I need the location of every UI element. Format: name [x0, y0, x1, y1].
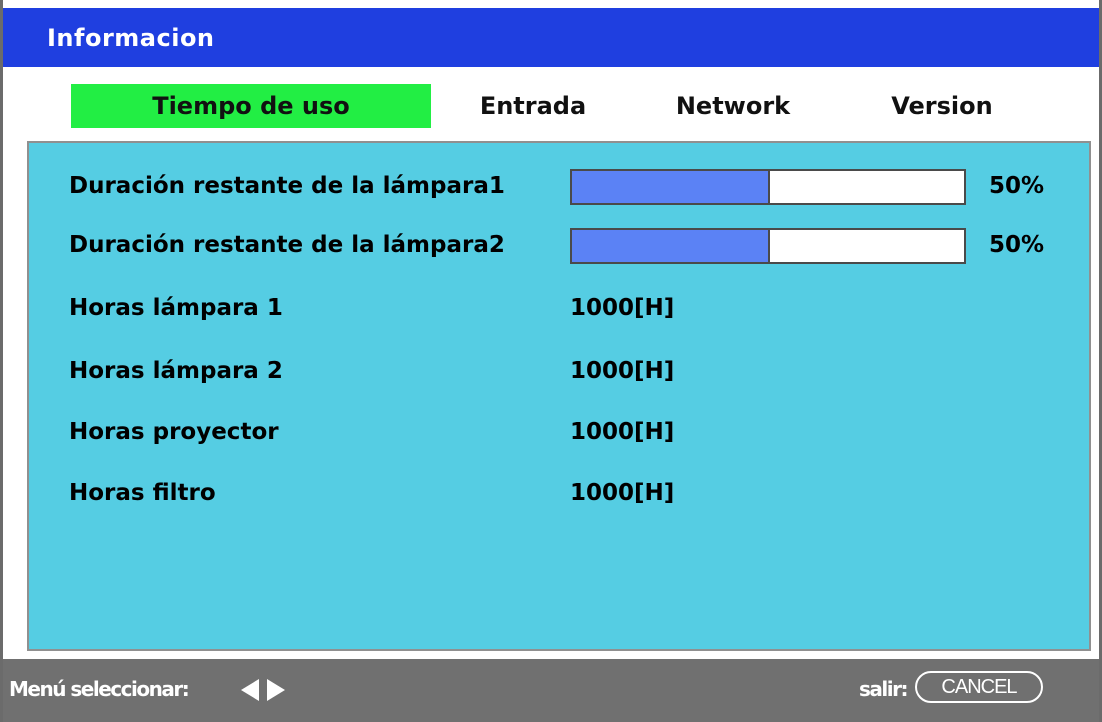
info-window: Informacion Tiempo de uso Entrada Networ… — [0, 0, 1102, 722]
tab-entrada[interactable]: Entrada — [455, 84, 611, 128]
title-bar: Informacion — [3, 8, 1099, 67]
cancel-button[interactable]: CANCEL — [915, 671, 1043, 703]
lamp2-hours-value: 1000[H] — [570, 358, 675, 384]
lamp2-remaining-label: Duración restante de la lámpara2 — [69, 232, 505, 258]
tab-network[interactable]: Network — [653, 84, 813, 128]
left-right-arrows-icon — [241, 679, 285, 701]
usage-panel: Duración restante de la lámpara1 50% Dur… — [27, 141, 1091, 651]
tab-version[interactable]: Version — [853, 84, 1031, 128]
lamp2-remaining-percent: 50% — [989, 232, 1045, 258]
projector-hours-label: Horas proyector — [69, 419, 279, 445]
footer-bar: Menú seleccionar: salir: CANCEL — [3, 659, 1099, 722]
lamp2-remaining-bar — [570, 228, 966, 264]
lamp1-remaining-label: Duración restante de la lámpara1 — [69, 173, 505, 199]
lamp1-remaining-bar — [570, 169, 966, 205]
tab-bar: Tiempo de uso Entrada Network Version — [3, 84, 1099, 130]
projector-hours-value: 1000[H] — [570, 419, 675, 445]
lamp2-hours-label: Horas lámpara 2 — [69, 358, 283, 384]
lamp1-hours-label: Horas lámpara 1 — [69, 295, 283, 321]
menu-select-hint: Menú seleccionar: — [9, 677, 190, 701]
lamp1-remaining-bar-fill — [572, 171, 770, 203]
exit-hint: salir: — [859, 677, 908, 701]
lamp2-remaining-bar-fill — [572, 230, 770, 262]
lamp1-hours-value: 1000[H] — [570, 295, 675, 321]
window-title: Informacion — [47, 24, 215, 52]
lamp1-remaining-percent: 50% — [989, 173, 1045, 199]
filter-hours-value: 1000[H] — [570, 480, 675, 506]
filter-hours-label: Horas filtro — [69, 480, 216, 506]
tab-tiempo-de-uso[interactable]: Tiempo de uso — [71, 84, 431, 128]
